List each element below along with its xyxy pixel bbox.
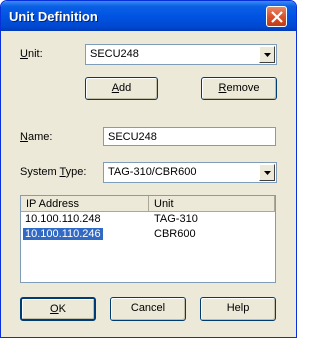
name-field[interactable]: SECU248 [103,127,276,146]
list-item-selected[interactable]: 10.100.110.246 CBR600 [21,228,275,242]
cancel-button[interactable]: Cancel [110,297,186,321]
ok-button[interactable]: OK [20,297,96,321]
unit-dropdown-button[interactable] [259,46,275,63]
add-button[interactable]: Add [85,77,158,100]
system-type-dropdown-button[interactable] [259,164,275,181]
system-type-dropdown[interactable]: TAG-310/CBR600 [103,162,277,183]
unit-label: Unit: [20,48,43,60]
window-title: Unit Definition [9,9,98,24]
name-label: Name: [20,131,53,143]
unit-dropdown[interactable]: SECU248 [85,44,277,65]
chevron-down-icon [264,171,271,175]
system-type-dropdown-value: TAG-310/CBR600 [108,166,197,178]
remove-button[interactable]: Remove [201,77,277,100]
unit-list[interactable]: IP Address Unit 10.100.110.248 TAG-310 1… [20,195,276,283]
close-button[interactable] [266,6,287,27]
column-header-unit[interactable]: Unit [149,196,275,212]
system-type-label: System Type: [20,166,87,178]
title-bar: Unit Definition [1,1,296,31]
ip-address-cell: 10.100.110.248 [25,213,101,225]
unit-cell: TAG-310 [154,213,198,225]
unit-dropdown-value: SECU248 [90,48,139,60]
unit-definition-dialog: Unit Definition Unit: SECU248 Add Remove… [0,0,297,338]
chevron-down-icon [264,53,271,57]
name-field-value: SECU248 [108,131,157,143]
help-button[interactable]: Help [200,297,276,321]
close-icon [271,11,283,23]
column-header-ip-address[interactable]: IP Address [21,196,149,212]
ip-address-cell: 10.100.110.246 [23,228,103,240]
unit-cell: CBR600 [154,228,196,240]
list-item[interactable]: 10.100.110.248 TAG-310 [21,213,275,227]
